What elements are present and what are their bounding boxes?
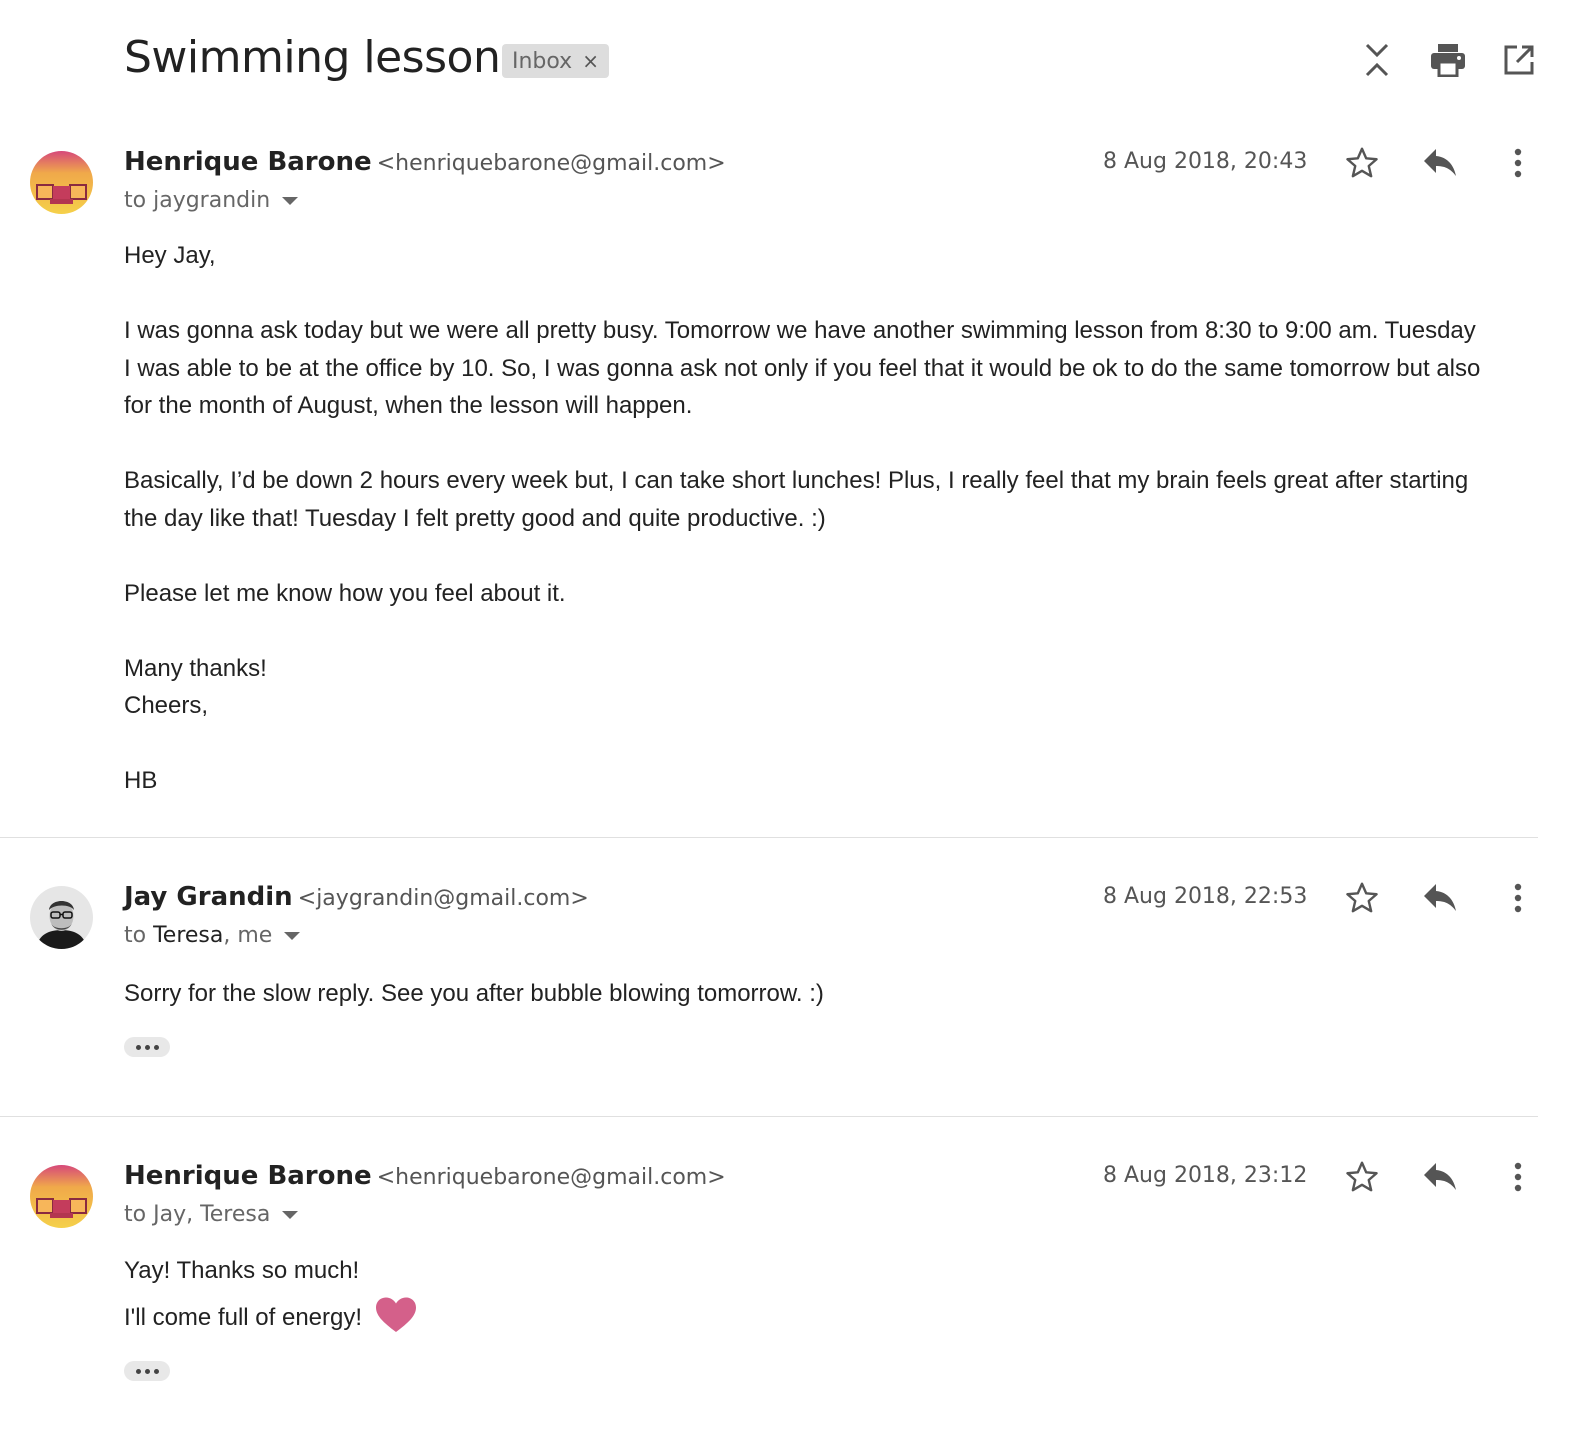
sender-email: <henriquebarone@gmail.com>	[376, 1165, 726, 1190]
body-line: HB	[124, 767, 158, 794]
more-options-icon[interactable]	[1498, 143, 1538, 183]
recipients-line: to Jay, Teresa	[124, 1202, 299, 1227]
message-divider	[0, 1116, 1538, 1117]
body-line: Cheers,	[124, 692, 209, 719]
body-line: Please let me know how you feel about it…	[124, 579, 566, 607]
sender-name[interactable]: Jay Grandin	[124, 882, 293, 912]
message-date: 8 Aug 2018, 22:53	[1103, 884, 1308, 909]
recipients-rest: , me	[223, 923, 273, 948]
label-text: Inbox	[512, 48, 573, 74]
show-trimmed-content-button[interactable]	[124, 1037, 170, 1057]
recipients: Jay, Teresa	[153, 1202, 271, 1227]
reply-icon[interactable]	[1420, 878, 1460, 918]
avatar[interactable]	[30, 886, 93, 949]
star-icon[interactable]	[1342, 1157, 1382, 1197]
body-line: Sorry for the slow reply. See you after …	[124, 980, 824, 1007]
avatar[interactable]	[30, 151, 93, 214]
body-line: Hey Jay,	[124, 242, 216, 269]
reply-icon[interactable]	[1420, 143, 1460, 183]
recipients-prefix: to	[124, 923, 154, 948]
collapse-all-icon[interactable]	[1357, 40, 1397, 80]
message-body: Yay! Thanks so much! I'll come full of e…	[124, 1252, 1484, 1345]
show-details-dropdown-icon[interactable]	[284, 931, 301, 940]
recipients-line: to jaygrandin	[124, 188, 299, 213]
recipient-name: Teresa	[153, 923, 224, 948]
body-line: I'll come full of energy!	[124, 1290, 1484, 1346]
reply-icon[interactable]	[1420, 1157, 1460, 1197]
recipients-prefix: to	[124, 1202, 154, 1227]
sender-email: <jaygrandin@gmail.com>	[297, 886, 589, 911]
print-icon[interactable]	[1428, 40, 1468, 80]
show-details-dropdown-icon[interactable]	[282, 196, 299, 205]
star-icon[interactable]	[1342, 143, 1382, 183]
sender-line: Henrique Barone <henriquebarone@gmail.co…	[124, 1161, 726, 1191]
heart-emoji-icon	[374, 1296, 418, 1346]
body-paragraph: I was gonna ask today but we were all pr…	[124, 317, 1481, 419]
thread-header: Swimming lessons Inbox ×	[0, 0, 1596, 120]
message-body: Hey Jay, I was gonna ask today but we we…	[124, 237, 1484, 800]
message-body: Sorry for the slow reply. See you after …	[124, 975, 1484, 1013]
body-line: Many thanks!	[124, 654, 267, 682]
thread-subject: Swimming lessons	[124, 32, 523, 83]
more-options-icon[interactable]	[1498, 878, 1538, 918]
sender-line: Henrique Barone <henriquebarone@gmail.co…	[124, 147, 726, 177]
recipients-prefix: to	[124, 188, 154, 213]
inbox-label-chip[interactable]: Inbox ×	[502, 44, 609, 78]
show-trimmed-content-button[interactable]	[124, 1361, 170, 1381]
open-in-new-window-icon[interactable]	[1499, 40, 1539, 80]
body-paragraph: Basically, I’d be down 2 hours every wee…	[124, 467, 1469, 532]
recipients: jaygrandin	[153, 188, 271, 213]
star-icon[interactable]	[1342, 878, 1382, 918]
message-date: 8 Aug 2018, 23:12	[1103, 1163, 1308, 1188]
message-date: 8 Aug 2018, 20:43	[1103, 149, 1308, 174]
avatar[interactable]	[30, 1165, 93, 1228]
sender-email: <henriquebarone@gmail.com>	[376, 151, 726, 176]
body-line: Yay! Thanks so much!	[124, 1257, 360, 1284]
sender-name[interactable]: Henrique Barone	[124, 147, 372, 177]
message-divider	[0, 837, 1538, 838]
remove-label-button[interactable]: ×	[582, 49, 599, 73]
recipients-line: to Teresa , me	[124, 923, 301, 948]
body-line-text: I'll come full of energy!	[124, 1303, 363, 1331]
more-options-icon[interactable]	[1498, 1157, 1538, 1197]
sender-name[interactable]: Henrique Barone	[124, 1161, 372, 1191]
show-details-dropdown-icon[interactable]	[282, 1210, 299, 1219]
sender-line: Jay Grandin <jaygrandin@gmail.com>	[124, 882, 589, 912]
